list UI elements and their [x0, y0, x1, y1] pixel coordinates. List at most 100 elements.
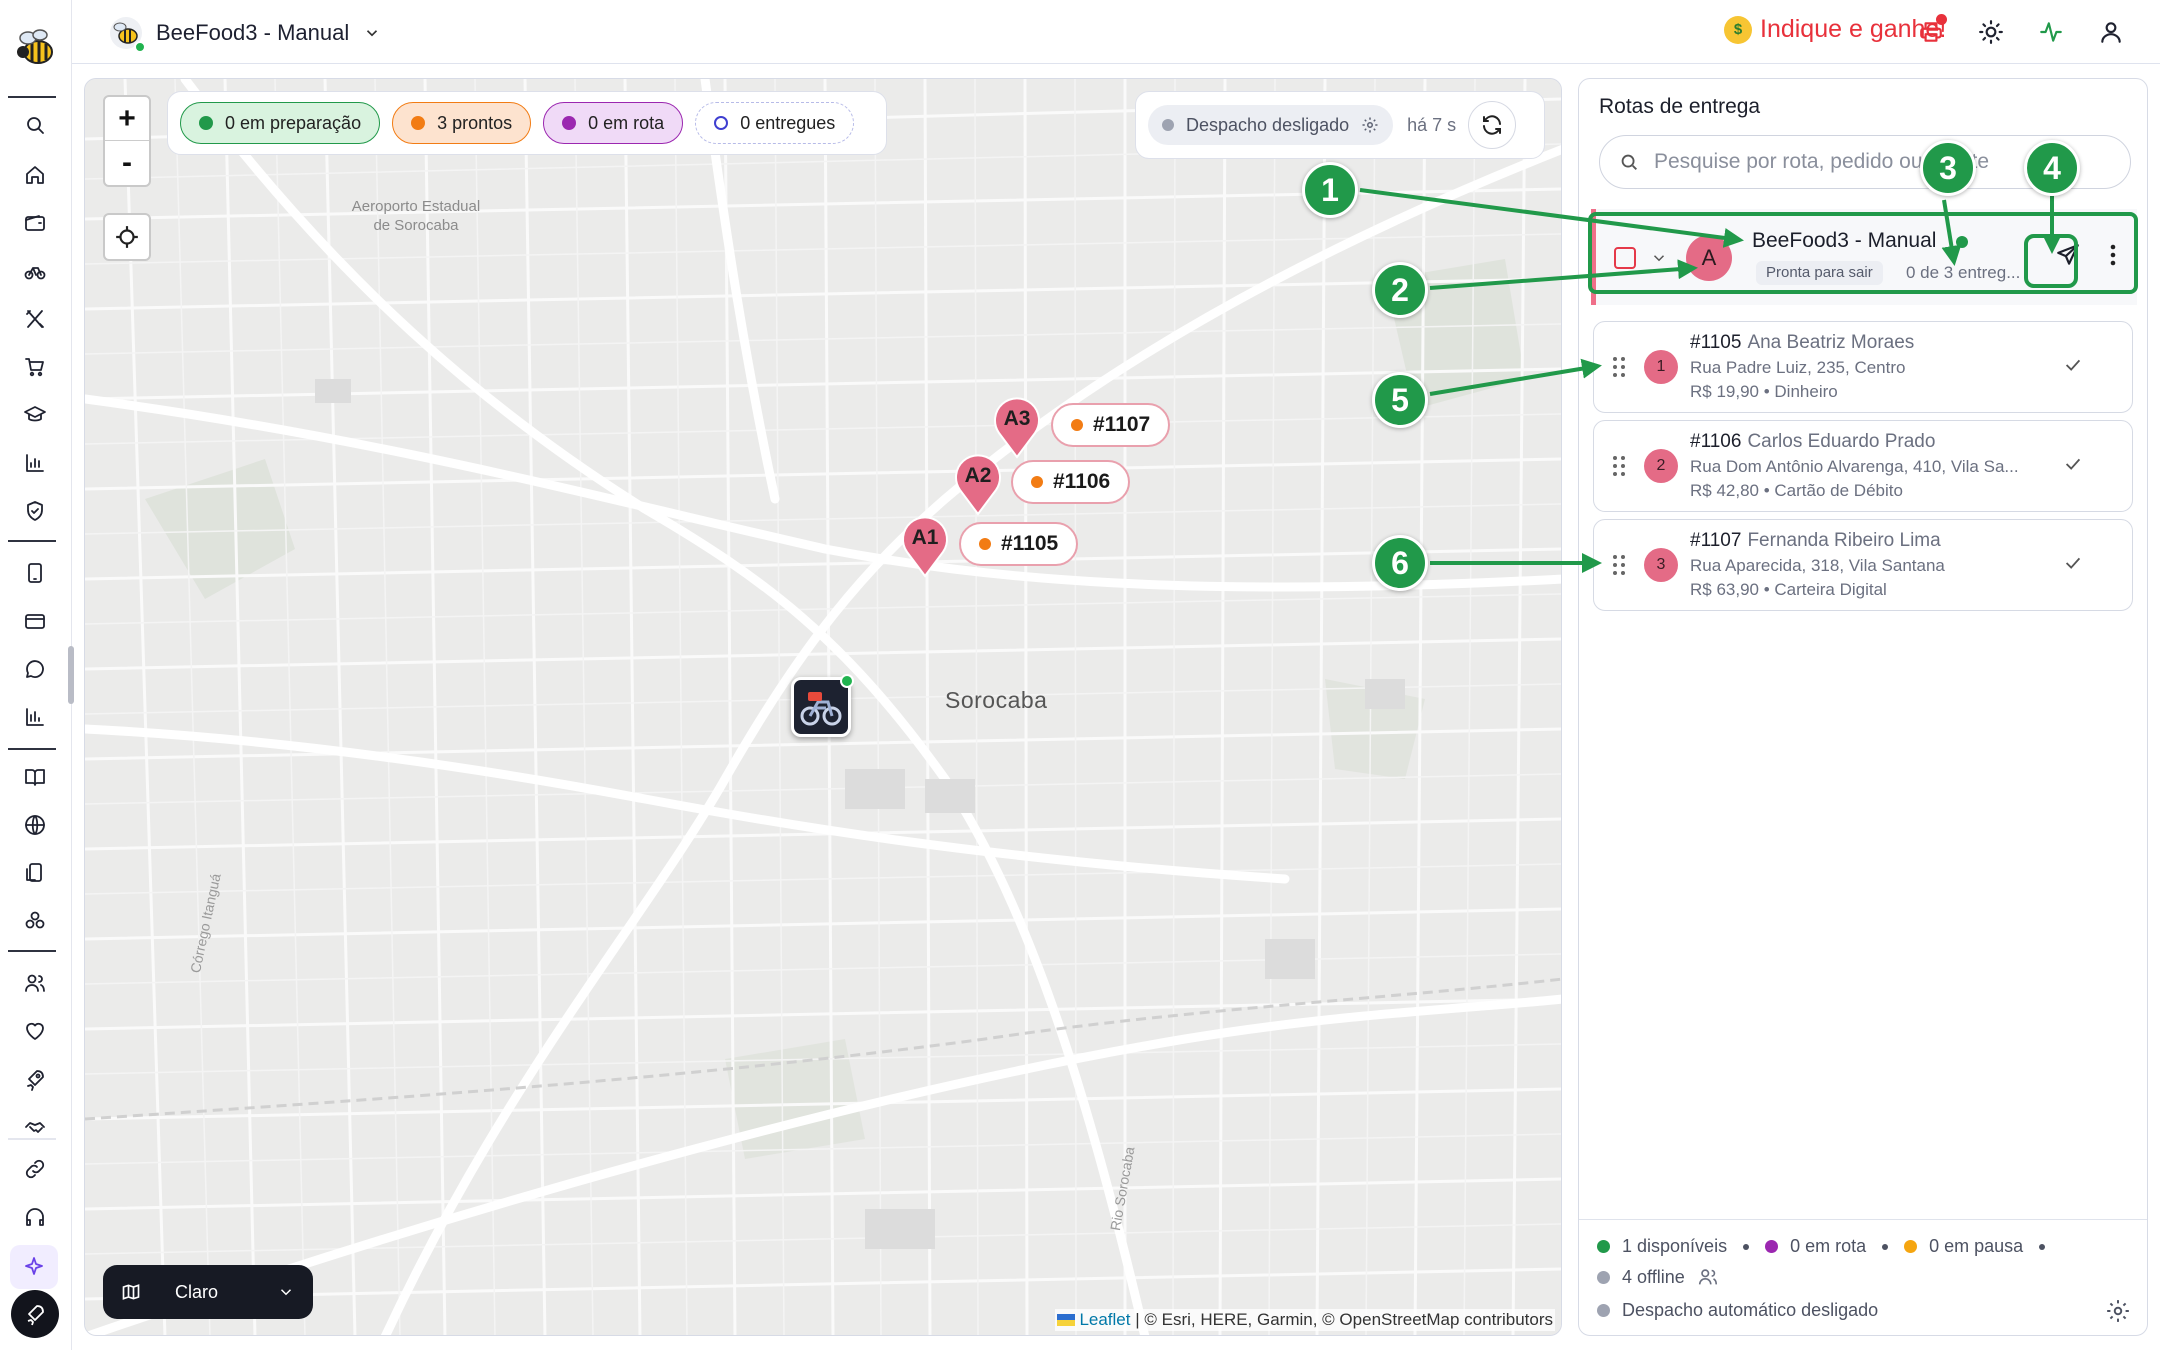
home-icon[interactable]	[20, 160, 50, 190]
zoom-in-button[interactable]: +	[105, 97, 149, 141]
link-icon[interactable]	[20, 1154, 50, 1184]
pill-label: 0 entregues	[740, 112, 836, 133]
utensils-icon[interactable]	[20, 304, 50, 334]
headset-icon[interactable]	[20, 1202, 50, 1232]
pill-label: 3 prontos	[437, 112, 513, 133]
gear-icon[interactable]	[2105, 1298, 2131, 1324]
order-label-1105[interactable]: #1105	[959, 522, 1079, 566]
payment-method: Dinheiro	[1774, 382, 1838, 401]
drag-handle-icon[interactable]	[1612, 455, 1626, 477]
printer-icon[interactable]	[1915, 14, 1947, 48]
airport-label: Aeroporto Estadual de Sorocaba	[351, 198, 481, 234]
order-id: #1107	[1690, 530, 1742, 551]
route-status-badge: Pronta para sair	[1756, 261, 1883, 285]
order-heading: #1105 Ana Beatriz Moraes	[1690, 332, 1914, 354]
separator-dot	[1743, 1243, 1750, 1250]
referral-link[interactable]: $ Indique e ganhe!	[1724, 15, 1946, 44]
store-selector[interactable]: BeeFood3 - Manual	[108, 14, 381, 53]
separator-dot	[1882, 1243, 1889, 1250]
status-dot	[411, 116, 426, 130]
gear-icon	[1362, 117, 1378, 133]
credit-card-icon[interactable]	[20, 606, 50, 636]
courier-summary: 1 disponíveis 0 em rota 0 em pausa 4 off…	[1579, 1219, 2147, 1335]
users-icon[interactable]	[20, 968, 50, 998]
order-id: #1105	[1690, 332, 1742, 353]
pill-delivered[interactable]: 0 entregues	[695, 102, 855, 144]
order-payment-line: R$ 19,90 • Dinheiro	[1690, 382, 1838, 401]
route-pin-a2[interactable]: A2	[952, 452, 1004, 516]
route-avatar: A	[1686, 235, 1732, 281]
send-route-icon[interactable]	[2048, 235, 2088, 275]
cart-icon[interactable]	[20, 352, 50, 382]
refresh-icon[interactable]	[1468, 101, 1517, 149]
globe-icon[interactable]	[20, 810, 50, 840]
rocket-outline-icon[interactable]	[20, 1064, 50, 1094]
route-pin-a1[interactable]: A1	[899, 514, 951, 578]
order-label-1107[interactable]: #1107	[1051, 403, 1171, 447]
more-options-icon[interactable]	[2102, 239, 2124, 271]
locate-crosshair-icon[interactable]	[103, 213, 151, 261]
order-payment-line: R$ 42,80 • Cartão de Débito	[1690, 481, 1903, 500]
customer-name: Fernanda Ribeiro Lima	[1747, 530, 1941, 551]
bee-logo[interactable]	[14, 26, 58, 70]
book-icon[interactable]	[20, 762, 50, 792]
offline-count: 4 offline	[1622, 1266, 1685, 1287]
bar-chart-icon[interactable]	[20, 448, 50, 478]
route-progress: 0 de 3 entreg...	[1906, 263, 2021, 282]
rail-divider	[8, 748, 56, 750]
bicycle-icon[interactable]	[20, 256, 50, 286]
order-row[interactable]: 1 #1105 Ana Beatriz Moraes Rua Padre Luiz…	[1593, 321, 2133, 413]
pill-on-route[interactable]: 0 em rota	[543, 102, 684, 144]
route-pin-a3[interactable]: A3	[991, 395, 1043, 459]
heart-icon[interactable]	[20, 1016, 50, 1046]
pill-preparing[interactable]: 0 em preparação	[180, 102, 381, 144]
map-attribution: Leaflet | © Esri, HERE, Garmin, © OpenSt…	[1055, 1309, 1555, 1331]
chevron-down-icon[interactable]	[1650, 249, 1668, 267]
order-payment-line: R$ 63,90 • Carteira Digital	[1690, 580, 1887, 599]
ai-sparkle-icon[interactable]	[10, 1245, 58, 1289]
order-label-1106[interactable]: #1106	[1011, 460, 1131, 504]
courier-marker[interactable]	[791, 674, 854, 737]
pill-label: 0 em rota	[588, 112, 665, 133]
on-route-count: 0 em rota	[1790, 1236, 1867, 1256]
store-avatar-icon	[108, 15, 146, 53]
order-total: R$ 63,90	[1690, 580, 1759, 599]
drag-handle-icon[interactable]	[1612, 554, 1626, 576]
analytics-icon[interactable]	[20, 702, 50, 732]
route-card[interactable]: A BeeFood3 - Manual Pronta para sair 0 d…	[1591, 209, 2137, 305]
dispatch-toggle[interactable]: Despacho desligado	[1148, 105, 1394, 145]
theme-sun-icon[interactable]	[1975, 16, 2007, 48]
route-checkbox[interactable]	[1614, 247, 1636, 269]
activity-pulse-icon[interactable]	[2035, 16, 2067, 48]
devices-icon[interactable]	[20, 858, 50, 888]
online-dot	[134, 41, 146, 53]
order-address: Rua Aparecida, 318, Vila Santana	[1690, 556, 1945, 575]
icon-rail	[0, 0, 74, 1350]
shield-check-icon[interactable]	[20, 496, 50, 526]
chevron-down-icon	[367, 30, 378, 37]
rail-resize-handle[interactable]	[68, 646, 74, 704]
check-icon	[2065, 557, 2081, 569]
launch-rocket-icon[interactable]	[11, 1290, 59, 1338]
users-icon[interactable]	[1697, 1266, 1719, 1288]
attribution-text: | © Esri, HERE, Garmin, © OpenStreetMap …	[1135, 1310, 1553, 1329]
payment-method: Carteira Digital	[1774, 580, 1887, 599]
pill-ready[interactable]: 3 prontos	[392, 102, 532, 144]
order-row[interactable]: 2 #1106 Carlos Eduardo Prado Rua Dom Antô…	[1593, 420, 2133, 512]
graduation-icon[interactable]	[20, 400, 50, 430]
map-style-selector[interactable]: Claro	[103, 1265, 313, 1319]
drag-handle-icon[interactable]	[1612, 356, 1626, 378]
zoom-out-button[interactable]: -	[105, 141, 149, 185]
order-address: Rua Dom Antônio Alvarenga, 410, Vila Sa.…	[1690, 457, 2019, 476]
integrations-icon[interactable]	[20, 906, 50, 936]
chat-icon[interactable]	[20, 654, 50, 684]
delivery-map[interactable]: Aeroporto Estadual de Sorocaba Córrego I…	[84, 78, 1562, 1336]
search-icon[interactable]	[20, 110, 50, 140]
user-profile-icon[interactable]	[2095, 16, 2127, 48]
tablet-icon[interactable]	[20, 558, 50, 588]
order-total: R$ 19,90	[1690, 382, 1759, 401]
wallet-icon[interactable]	[20, 208, 50, 238]
order-row[interactable]: 3 #1107 Fernanda Ribeiro Lima Rua Apareci…	[1593, 519, 2133, 611]
check-icon	[2065, 359, 2081, 371]
leaflet-link[interactable]: Leaflet	[1079, 1310, 1130, 1329]
